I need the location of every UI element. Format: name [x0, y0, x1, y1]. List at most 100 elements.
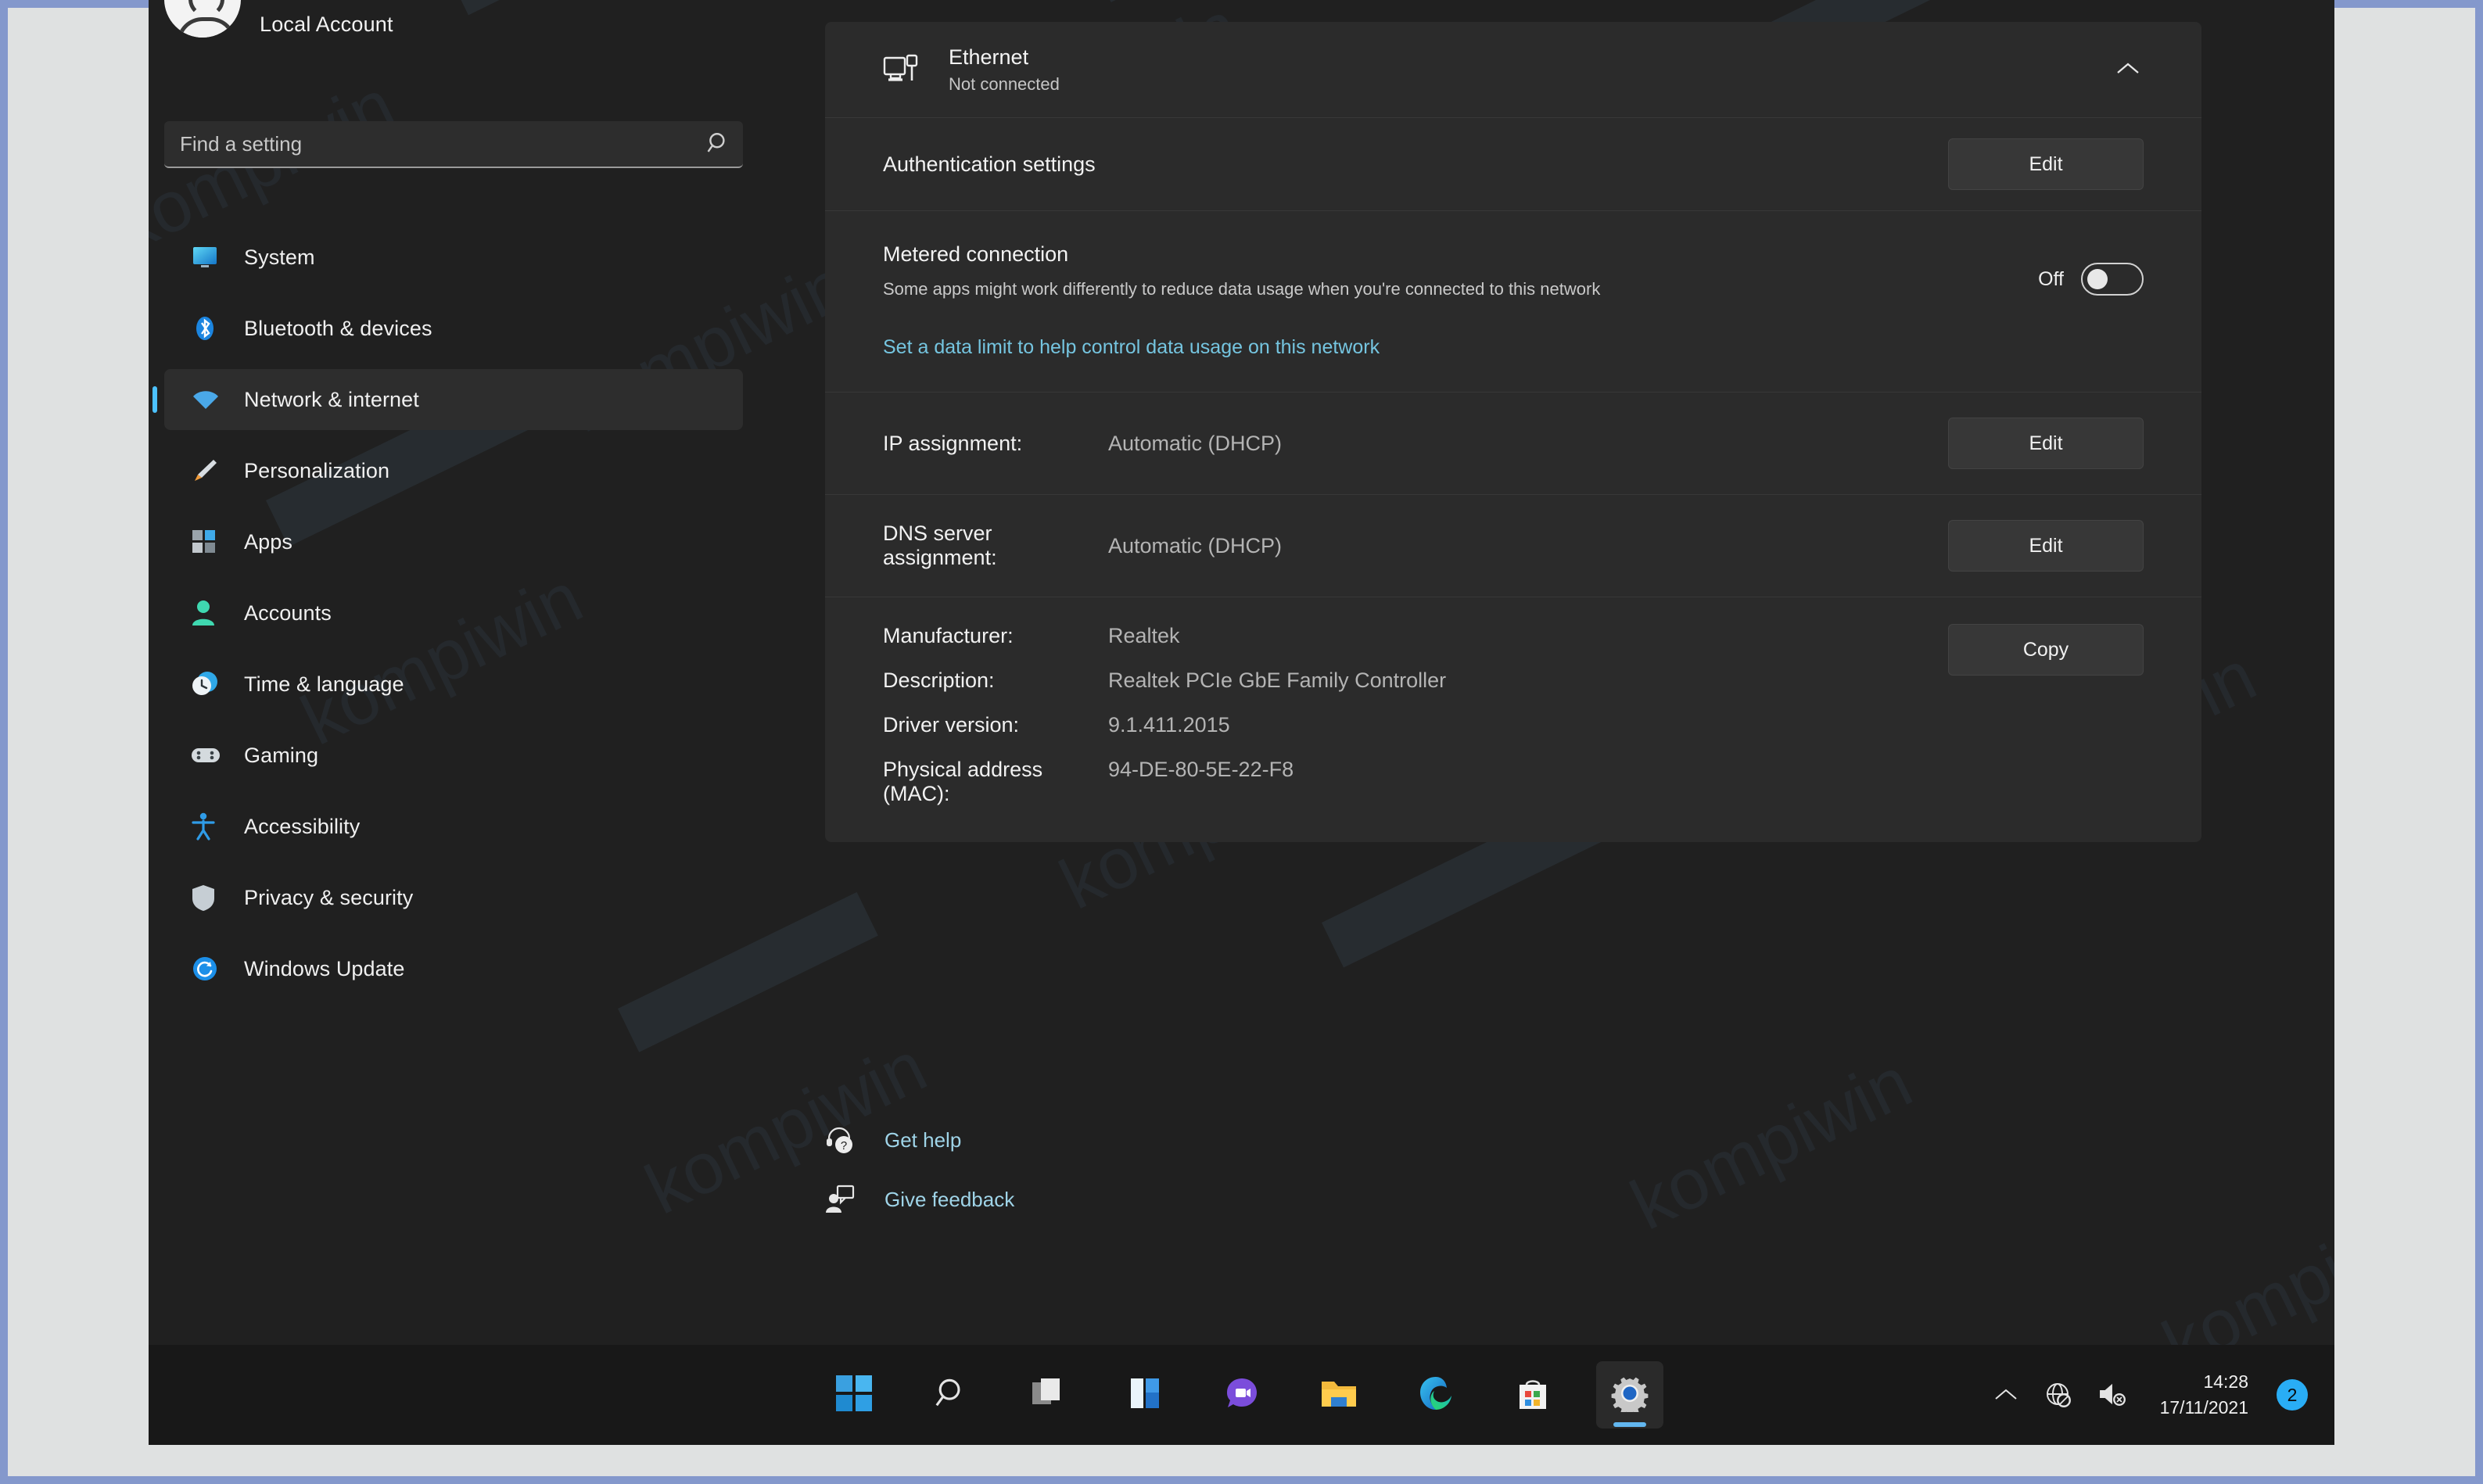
ethernet-header-row[interactable]: Ethernet Not connected [825, 22, 2201, 117]
edge-button[interactable] [1402, 1361, 1469, 1428]
widgets-button[interactable] [1111, 1361, 1179, 1428]
sidebar-item-network-internet[interactable]: Network & internet [164, 369, 743, 430]
ethernet-card: Ethernet Not connected Authen [825, 22, 2201, 842]
metered-toggle[interactable] [2081, 263, 2144, 296]
clock-icon [191, 669, 235, 700]
clock[interactable]: 14:28 17/11/2021 [2160, 1369, 2248, 1421]
search-input[interactable] [164, 132, 694, 156]
clock-time: 14:28 [2160, 1369, 2248, 1395]
task-view-button[interactable] [1014, 1361, 1082, 1428]
edge-browser-icon [1417, 1375, 1455, 1416]
content-pane: Ethernet Not connected Authen [825, 0, 2334, 1445]
sidebar-item-windows-update[interactable]: Windows Update [164, 938, 743, 999]
feedback-person-icon [825, 1184, 884, 1215]
ethernet-status: Not connected [949, 73, 2112, 96]
paintbrush-icon [191, 455, 235, 486]
sidebar-item-system[interactable]: System [164, 227, 743, 288]
sidebar-item-accounts[interactable]: Accounts [164, 582, 743, 643]
sidebar-item-label: Apps [244, 530, 292, 554]
give-feedback-link[interactable]: Give feedback [825, 1170, 1014, 1229]
sidebar-item-label: Accounts [244, 601, 332, 626]
search-container [164, 121, 743, 168]
teams-chat-icon [1224, 1375, 1260, 1415]
sidebar-item-label: Windows Update [244, 957, 405, 981]
speaker-muted-icon[interactable] [2097, 1381, 2129, 1409]
search-button[interactable] [917, 1361, 985, 1428]
search-icon [694, 131, 743, 157]
device-details-row: Manufacturer: Realtek Description: Realt… [825, 597, 2201, 842]
notification-badge[interactable]: 2 [2277, 1379, 2308, 1411]
get-help-link[interactable]: ? Get help [825, 1110, 1014, 1170]
taskbar: 14:28 17/11/2021 2 [149, 1345, 2334, 1445]
give-feedback-label: Give feedback [884, 1188, 1014, 1212]
file-explorer-button[interactable] [1305, 1361, 1372, 1428]
sidebar-item-label: Time & language [244, 672, 404, 697]
metered-toggle-state: Off [2038, 268, 2064, 291]
search-icon [933, 1375, 969, 1415]
ethernet-title: Ethernet [949, 44, 2112, 70]
sidebar-item-accessibility[interactable]: Accessibility [164, 796, 743, 857]
ip-assignment-edit-button[interactable]: Edit [1948, 418, 2144, 469]
dns-assignment-value: Automatic (DHCP) [1108, 534, 1948, 558]
sidebar-item-gaming[interactable]: Gaming [164, 725, 743, 786]
sidebar-item-time-language[interactable]: Time & language [164, 654, 743, 715]
detail-line: Driver version: 9.1.411.2015 [883, 713, 1948, 737]
ip-assignment-row: IP assignment: Automatic (DHCP) Edit [825, 393, 2201, 494]
sidebar-item-label: Gaming [244, 744, 318, 768]
description-value: Realtek PCIe GbE Family Controller [1108, 669, 1446, 693]
driver-version-value: 9.1.411.2015 [1108, 713, 1230, 737]
authentication-row: Authentication settings Edit [825, 118, 2201, 210]
chevron-up-icon[interactable] [1993, 1386, 2019, 1403]
metered-connection-row: Metered connection Some apps might work … [825, 211, 2201, 392]
account-name: Local Account [260, 13, 393, 37]
teams-chat-button[interactable] [1208, 1361, 1276, 1428]
detail-line: Description: Realtek PCIe GbE Family Con… [883, 669, 1948, 693]
store-bag-icon [1516, 1375, 1550, 1415]
get-help-label: Get help [884, 1128, 961, 1152]
sidebar-item-privacy-security[interactable]: Privacy & security [164, 867, 743, 928]
sidebar-item-label: Personalization [244, 459, 389, 483]
start-button[interactable] [820, 1361, 888, 1428]
system-tray: 14:28 17/11/2021 2 [1993, 1345, 2308, 1445]
chevron-up-icon[interactable] [2112, 58, 2144, 82]
manufacturer-label: Manufacturer: [883, 624, 1108, 648]
sidebar-item-label: Bluetooth & devices [244, 317, 432, 341]
copy-button[interactable]: Copy [1948, 624, 2144, 676]
ethernet-monitor-icon [883, 53, 931, 86]
settings-button[interactable] [1596, 1361, 1663, 1428]
dns-assignment-label: DNS server assignment: [883, 522, 1108, 570]
wifi-icon [191, 384, 235, 415]
microsoft-store-button[interactable] [1499, 1361, 1566, 1428]
metered-description: Some apps might work differently to redu… [883, 276, 1681, 302]
sidebar-item-personalization[interactable]: Personalization [164, 440, 743, 501]
data-limit-link[interactable]: Set a data limit to help control data us… [883, 302, 1380, 392]
task-view-icon [1030, 1375, 1066, 1415]
sidebar-item-apps[interactable]: Apps [164, 511, 743, 572]
screen: kompiwin kompiwin kompiwin kompiwin komp… [0, 0, 2483, 1484]
svg-text:?: ? [841, 1139, 847, 1152]
driver-version-label: Driver version: [883, 713, 1108, 737]
bluetooth-icon [191, 313, 235, 344]
sidebar-item-label: System [244, 246, 315, 270]
description-label: Description: [883, 669, 1108, 693]
gear-icon [1611, 1375, 1649, 1416]
system-monitor-icon [191, 242, 235, 273]
globe-no-internet-icon[interactable] [2043, 1379, 2074, 1411]
clock-date: 17/11/2021 [2160, 1395, 2248, 1421]
settings-window: kompiwin kompiwin kompiwin kompiwin komp… [149, 0, 2334, 1445]
gamepad-icon [191, 740, 235, 771]
dns-assignment-row: DNS server assignment: Automatic (DHCP) … [825, 495, 2201, 597]
toggle-knob [2087, 269, 2108, 289]
metered-title: Metered connection [883, 242, 1991, 267]
footer-links: ? Get help Give feedback [825, 1110, 1014, 1229]
authentication-edit-button[interactable]: Edit [1948, 138, 2144, 190]
detail-line: Physical address (MAC): 94-DE-80-5E-22-F… [883, 758, 1948, 806]
account-header[interactable]: Local Account [164, 0, 393, 38]
authentication-label: Authentication settings [883, 152, 1948, 177]
search-box[interactable] [164, 121, 743, 168]
ip-assignment-value: Automatic (DHCP) [1108, 432, 1948, 456]
sidebar: Local Account [149, 0, 825, 1445]
sidebar-item-bluetooth-devices[interactable]: Bluetooth & devices [164, 298, 743, 359]
taskbar-items [820, 1345, 1663, 1445]
dns-assignment-edit-button[interactable]: Edit [1948, 520, 2144, 572]
